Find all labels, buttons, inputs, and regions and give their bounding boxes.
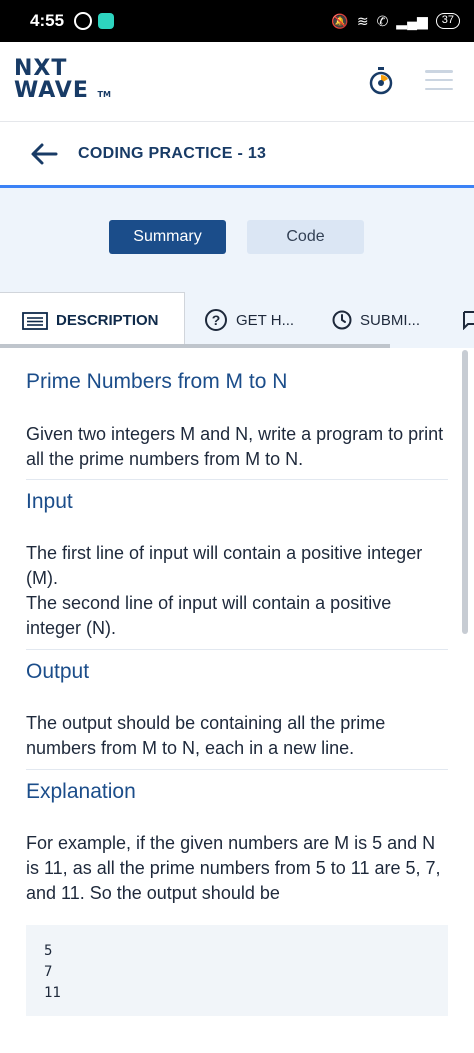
help-circle-icon: ? xyxy=(205,309,227,331)
divider xyxy=(26,769,448,770)
app-notification-icon xyxy=(98,13,115,29)
content-scrollbar[interactable] xyxy=(462,350,468,634)
tab-submissions-label: SUBMI... xyxy=(360,311,421,329)
page-title: CODING PRACTICE - 13 xyxy=(78,145,267,162)
problem-title: Prime Numbers from M to N xyxy=(26,370,288,393)
title-row: CODING PRACTICE - 13 xyxy=(0,122,474,186)
divider xyxy=(26,649,448,650)
status-bar: 4:55 🔕 ≋ ✆ ▂▄▆ 37 xyxy=(0,0,474,42)
code-line: 7 xyxy=(44,964,53,980)
code-line: 11 xyxy=(44,985,61,1001)
tab-more[interactable] xyxy=(462,292,474,348)
input-text-1: The first line of input will contain a p… xyxy=(26,543,423,588)
notification-icons xyxy=(74,12,115,30)
description-icon xyxy=(22,311,48,330)
whatsapp-icon xyxy=(74,12,93,30)
input-heading: Input xyxy=(26,490,73,513)
tab-strip: DESCRIPTION ? GET H... SUBMI... xyxy=(0,292,474,348)
stopwatch-icon[interactable] xyxy=(369,67,393,95)
call-icon: ✆ xyxy=(376,12,389,29)
wifi-icon: ≋ xyxy=(356,12,369,29)
hamburger-menu-icon[interactable] xyxy=(425,70,453,90)
divider xyxy=(26,479,448,480)
comment-icon xyxy=(463,311,474,330)
tab-description-label: DESCRIPTION xyxy=(56,312,159,329)
logo-line-1: NXT xyxy=(14,56,68,81)
status-time: 4:55 xyxy=(30,11,65,30)
signal-icon: ▂▄▆ xyxy=(396,12,428,29)
code-line: 5 xyxy=(44,943,53,959)
description-panel: Prime Numbers from M to N Given two inte… xyxy=(0,348,474,1053)
tab-get-help-label: GET H... xyxy=(236,311,295,329)
system-icons: 🔕 ≋ ✆ ▂▄▆ 37 xyxy=(331,13,460,30)
example-output-block: 5 7 11 xyxy=(26,925,448,1016)
code-button[interactable]: Code xyxy=(247,220,364,254)
logo-tm: TM xyxy=(97,90,111,99)
svg-text:?: ? xyxy=(212,312,221,328)
logo-line-2: WAVE xyxy=(14,78,89,103)
tab-description[interactable]: DESCRIPTION xyxy=(0,292,185,348)
clock-icon xyxy=(332,310,352,330)
nxtwave-logo[interactable]: NXT WAVE TM xyxy=(14,58,111,106)
output-heading: Output xyxy=(26,660,90,683)
tab-submissions[interactable]: SUBMI... xyxy=(332,292,420,348)
mute-icon: 🔕 xyxy=(331,12,349,29)
explanation-text: For example, if the given numbers are M … xyxy=(26,833,441,903)
view-toggle: Summary Code xyxy=(0,188,474,292)
back-arrow-icon[interactable] xyxy=(30,142,58,166)
problem-statement: Given two integers M and N, write a prog… xyxy=(26,424,444,469)
battery-indicator: 37 xyxy=(435,13,460,29)
explanation-heading: Explanation xyxy=(26,780,136,803)
output-text: The output should be containing all the … xyxy=(26,713,386,758)
tab-get-help[interactable]: ? GET H... xyxy=(204,292,294,348)
input-text-2: The second line of input will contain a … xyxy=(26,593,392,638)
summary-button[interactable]: Summary xyxy=(109,220,226,254)
app-header: NXT WAVE TM xyxy=(0,42,474,122)
